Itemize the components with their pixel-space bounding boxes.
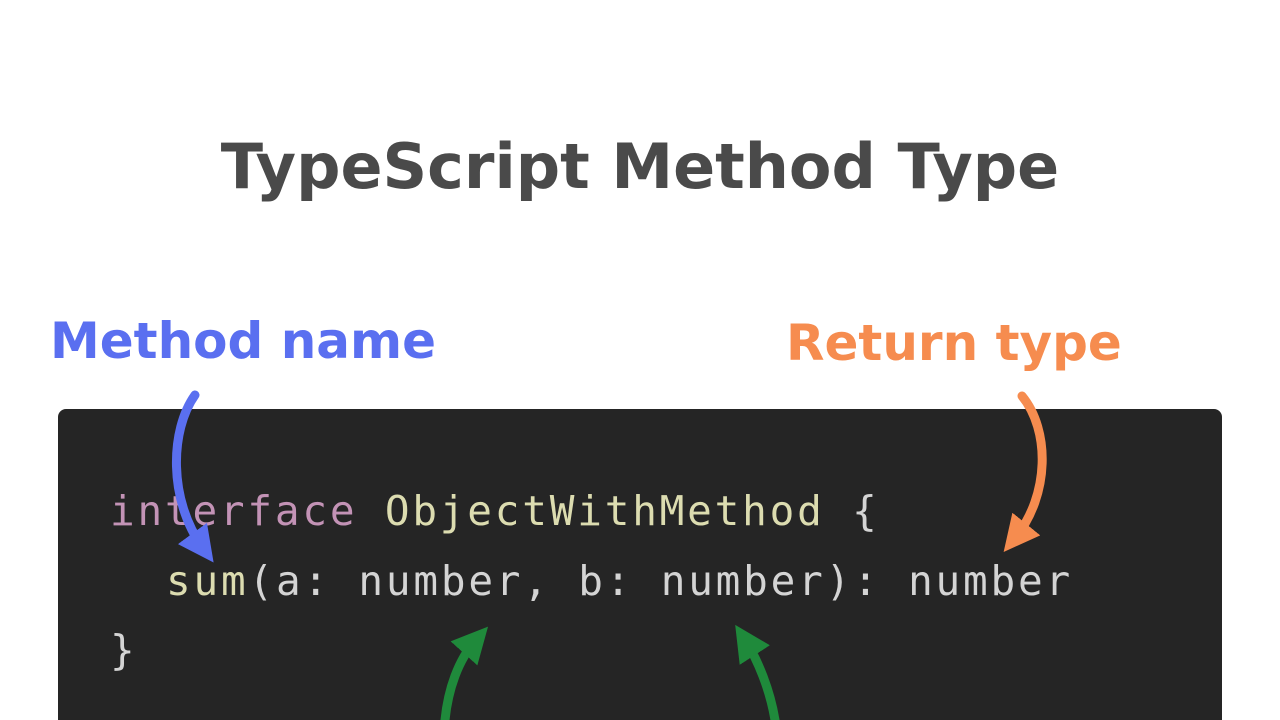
code-line-close: } — [110, 626, 137, 674]
param-b: b — [578, 557, 606, 605]
comma: , — [523, 557, 579, 605]
method-identifier: sum — [166, 557, 249, 605]
page-title: TypeScript Method Type — [220, 130, 1060, 203]
brace-open: { — [852, 487, 880, 535]
param-a-type: number — [358, 557, 524, 605]
param-a: a — [275, 557, 304, 605]
colon-a: : — [303, 557, 359, 605]
interface-name: ObjectWithMethod — [384, 487, 825, 535]
return-type-value: number — [908, 557, 1073, 605]
keyword-interface: interface — [110, 487, 358, 535]
param-b-type: number — [660, 557, 826, 605]
code-line-interface: interface ObjectWithMethod { — [110, 487, 880, 535]
return-type-label: Return type — [786, 314, 1122, 372]
brace-close: } — [110, 626, 138, 674]
slide: TypeScript Method Type Method name Retur… — [0, 0, 1280, 720]
paren-open: ( — [248, 557, 276, 605]
method-name-label: Method name — [50, 312, 437, 370]
colon-b: : — [605, 557, 661, 605]
paren-close: ) — [825, 557, 854, 605]
colon-return: : — [853, 557, 909, 605]
code-line-method: sum(a: number, b: number): number — [166, 557, 1073, 605]
